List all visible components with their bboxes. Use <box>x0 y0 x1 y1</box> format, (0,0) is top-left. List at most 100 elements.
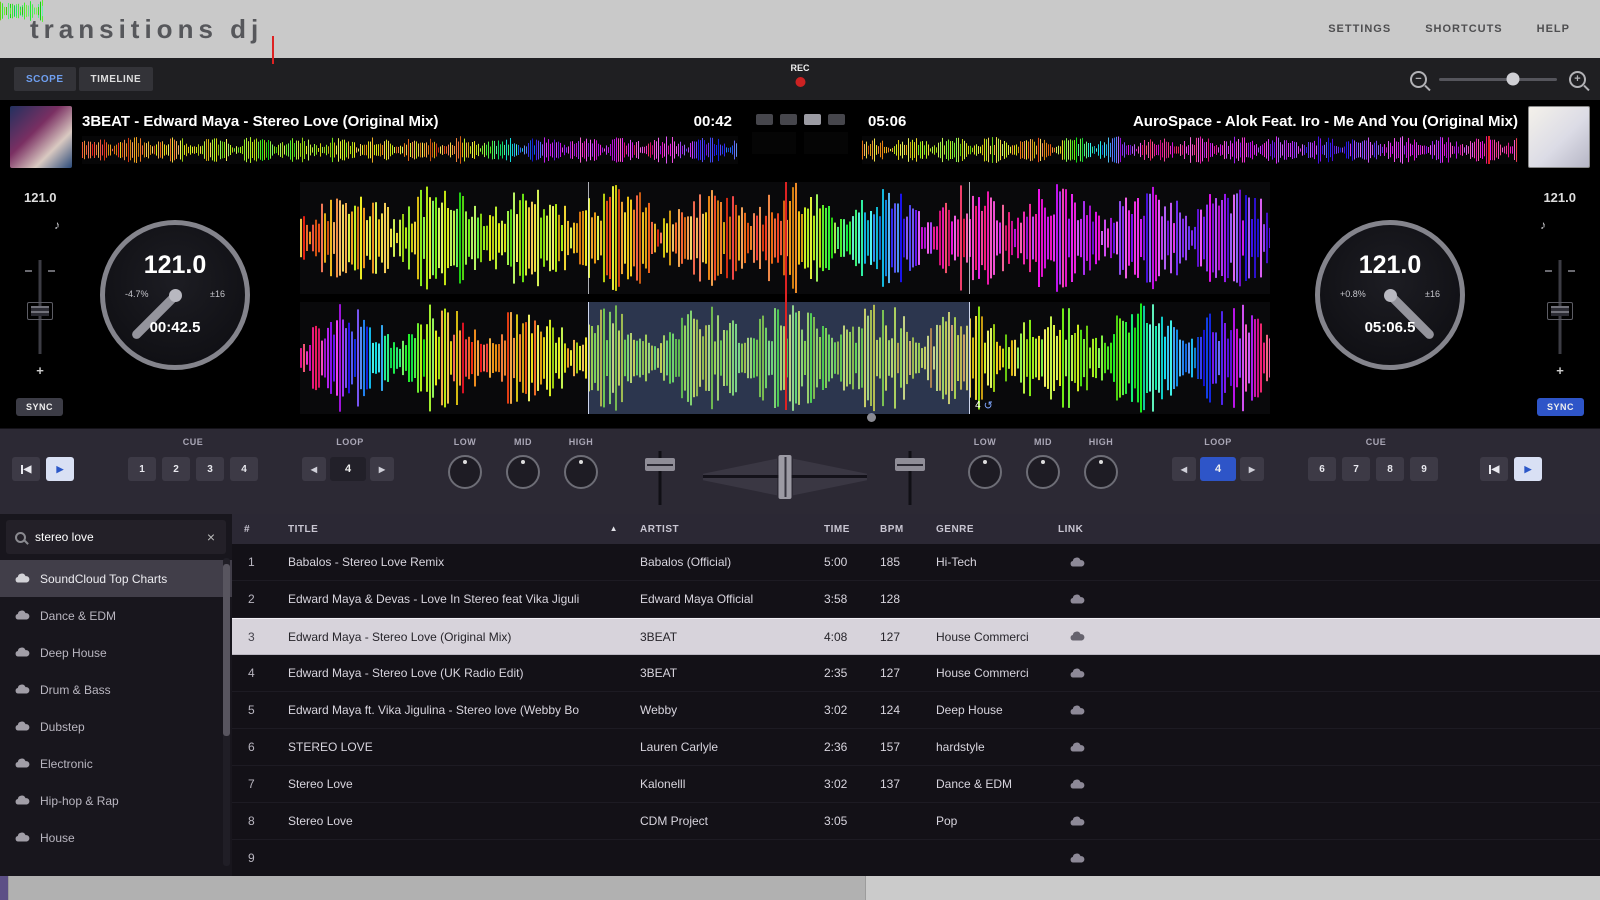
app-logo: transitions dj <box>30 14 263 45</box>
mix-block-1[interactable] <box>756 114 773 125</box>
deck-b-skip-start-button[interactable]: ◀ <box>1480 457 1508 481</box>
table-row[interactable]: 5 Edward Maya ft. Vika Jigulina - Stereo… <box>232 692 1600 729</box>
deck-b-sync-button[interactable]: SYNC <box>1537 398 1584 416</box>
deck-a-loop-halve-button[interactable]: ◀ <box>302 457 326 481</box>
zoom-out-icon[interactable]: − <box>1410 71 1427 88</box>
table-row[interactable]: 6 STEREO LOVE Lauren Carlyle 2:36 157 ha… <box>232 729 1600 766</box>
deck-b-volume-handle[interactable] <box>895 458 925 471</box>
table-row[interactable]: 8 Stereo Love CDM Project 3:05 Pop <box>232 803 1600 840</box>
deck-a-mid-knob[interactable] <box>506 455 540 489</box>
horizontal-scrollbar[interactable] <box>0 876 1600 900</box>
zoom-slider[interactable] <box>1439 78 1557 81</box>
deck-b-cue-6[interactable]: 6 <box>1308 457 1336 481</box>
wave-scroll-handle[interactable] <box>867 413 876 422</box>
menu-help[interactable]: HELP <box>1537 23 1570 35</box>
horizontal-scrollbar-thumb[interactable] <box>8 876 866 900</box>
zoom-in-icon[interactable]: + <box>1569 71 1586 88</box>
col-title[interactable]: TITLE ▲ <box>276 524 628 535</box>
mix-block-4[interactable] <box>828 114 845 125</box>
sidebar-scrollbar[interactable] <box>223 558 230 866</box>
deck-a-low-knob[interactable] <box>448 455 482 489</box>
row-link[interactable] <box>1046 668 1108 679</box>
row-link[interactable] <box>1046 779 1108 790</box>
menu-shortcuts[interactable]: SHORTCUTS <box>1425 23 1502 35</box>
sampler-wave-2[interactable] <box>804 132 848 154</box>
pitch-zero-mark <box>25 270 32 272</box>
row-link[interactable] <box>1046 816 1108 827</box>
playlist-item[interactable]: Dubstep <box>0 708 232 745</box>
col-link[interactable]: LINK <box>1046 524 1108 535</box>
deck-a-volume-fader[interactable] <box>645 451 675 505</box>
row-link[interactable] <box>1046 594 1108 605</box>
row-link[interactable] <box>1046 631 1108 642</box>
rec-button[interactable]: REC <box>790 63 809 87</box>
playlist-item[interactable]: Electronic <box>0 745 232 782</box>
deck-b-cue-7[interactable]: 7 <box>1342 457 1370 481</box>
col-num[interactable]: # <box>232 524 276 535</box>
row-number: 8 <box>232 814 276 828</box>
deck-b-pitch-fader[interactable]: + <box>1546 260 1574 378</box>
deck-a-loop-double-button[interactable]: ▶ <box>370 457 394 481</box>
deck-a-high-knob[interactable] <box>564 455 598 489</box>
deck-b-mid-knob[interactable] <box>1026 455 1060 489</box>
table-row[interactable]: 9 <box>232 840 1600 876</box>
sampler-wave-1[interactable] <box>752 132 796 154</box>
row-link[interactable] <box>1046 557 1108 568</box>
deck-b-low-knob[interactable] <box>968 455 1002 489</box>
deck-b-loop-halve-button[interactable]: ◀ <box>1172 457 1196 481</box>
col-genre[interactable]: GENRE <box>924 524 1046 535</box>
deck-a-pitch-handle[interactable] <box>27 302 53 320</box>
crossfader-handle[interactable] <box>779 455 792 499</box>
crossfader[interactable] <box>703 453 867 501</box>
playlist-item[interactable]: Deep House <box>0 634 232 671</box>
table-row[interactable]: 7 Stereo Love Kalonelll 3:02 137 Dance &… <box>232 766 1600 803</box>
deck-b-high-knob[interactable] <box>1084 455 1118 489</box>
table-row[interactable]: 1 Babalos - Stereo Love Remix Babalos (O… <box>232 544 1600 581</box>
search-input[interactable]: stereo love × <box>6 520 226 554</box>
deck-b-volume-fader[interactable] <box>895 451 925 505</box>
deck-b-jog-dial[interactable]: 121.0 +0.8% ±16 05:06.5 <box>1315 220 1465 370</box>
deck-a-cue-1[interactable]: 1 <box>128 457 156 481</box>
skip-bar <box>1489 465 1491 474</box>
search-value[interactable]: stereo love <box>35 530 196 544</box>
col-artist[interactable]: ARTIST <box>628 524 812 535</box>
deck-a-play-button[interactable]: ▶ <box>46 457 74 481</box>
table-row[interactable]: 2 Edward Maya & Devas - Love In Stereo f… <box>232 581 1600 618</box>
table-row[interactable]: 3 Edward Maya - Stereo Love (Original Mi… <box>232 618 1600 655</box>
tab-timeline[interactable]: TIMELINE <box>79 67 154 91</box>
tab-scope[interactable]: SCOPE <box>14 67 76 91</box>
zoom-slider-handle[interactable] <box>1507 73 1520 86</box>
deck-a-overview-waveform[interactable] <box>82 136 738 164</box>
deck-a-cue-2[interactable]: 2 <box>162 457 190 481</box>
row-link[interactable] <box>1046 853 1108 864</box>
menu-settings[interactable]: SETTINGS <box>1328 23 1391 35</box>
col-bpm[interactable]: BPM <box>868 524 924 535</box>
playlist-item[interactable]: SoundCloud Top Charts <box>0 560 232 597</box>
playlist-item[interactable]: Dance & EDM <box>0 597 232 634</box>
deck-b-cue-9[interactable]: 9 <box>1410 457 1438 481</box>
loop-region[interactable] <box>588 302 970 414</box>
deck-b-pitch-handle[interactable] <box>1547 302 1573 320</box>
playlist-item[interactable]: Drum & Bass <box>0 671 232 708</box>
deck-a-pitch-fader[interactable]: + <box>26 260 54 378</box>
sidebar-scrollbar-thumb[interactable] <box>223 564 230 736</box>
deck-a-volume-handle[interactable] <box>645 458 675 471</box>
playlist-item[interactable]: House <box>0 819 232 856</box>
deck-b-play-button[interactable]: ▶ <box>1514 457 1542 481</box>
deck-a-jog-dial[interactable]: 121.0 -4.7% ±16 00:42.5 <box>100 220 250 370</box>
row-link[interactable] <box>1046 705 1108 716</box>
deck-b-cue-8[interactable]: 8 <box>1376 457 1404 481</box>
row-link[interactable] <box>1046 742 1108 753</box>
col-time[interactable]: TIME <box>812 524 868 535</box>
deck-a-sync-button[interactable]: SYNC <box>16 398 63 416</box>
clear-search-button[interactable]: × <box>205 529 217 545</box>
playlist-item[interactable]: Hip-hop & Rap <box>0 782 232 819</box>
deck-b-overview-waveform[interactable] <box>862 136 1518 164</box>
table-row[interactable]: 4 Edward Maya - Stereo Love (UK Radio Ed… <box>232 655 1600 692</box>
deck-a-cue-3[interactable]: 3 <box>196 457 224 481</box>
deck-a-cue-4[interactable]: 4 <box>230 457 258 481</box>
mix-block-2[interactable] <box>780 114 797 125</box>
mix-block-3[interactable] <box>804 114 821 125</box>
deck-b-loop-double-button[interactable]: ▶ <box>1240 457 1264 481</box>
deck-a-skip-start-button[interactable]: ◀ <box>12 457 40 481</box>
